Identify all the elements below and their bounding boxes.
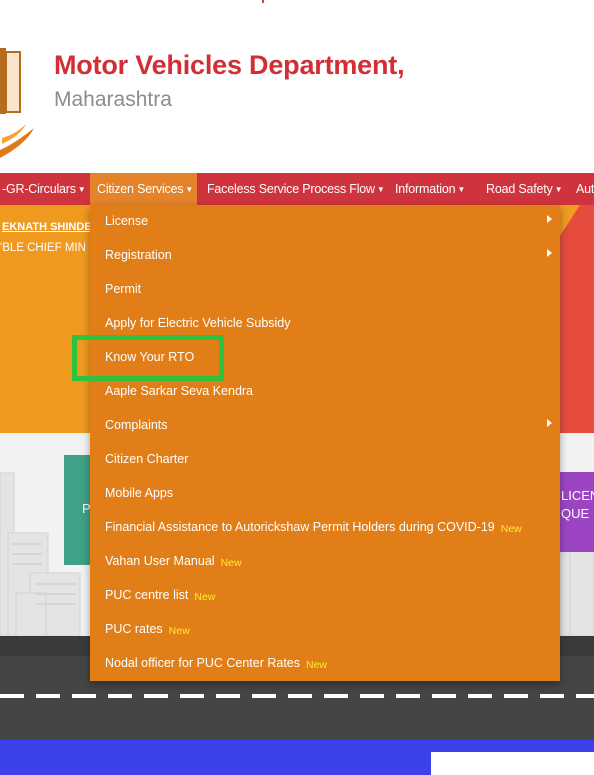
menu-item-permit[interactable]: Permit — [105, 279, 141, 299]
page-title: Motor Vehicles Department, — [54, 50, 405, 80]
menu-item-citizen-charter[interactable]: Citizen Charter — [105, 449, 188, 469]
submenu-arrow-icon — [547, 215, 552, 223]
nav-gr-circulars-label: -GR-Circulars — [2, 182, 76, 196]
new-badge: New — [194, 591, 216, 603]
menu-item-ev-subsidy[interactable]: Apply for Electric Vehicle Subsidy — [105, 313, 291, 333]
nav-road-safety-label: Road Safety — [486, 182, 553, 196]
menu-item-aaple-sarkar[interactable]: Aaple Sarkar Seva Kendra — [105, 381, 253, 401]
menu-item-puc-rates-label: PUC rates — [105, 622, 163, 636]
menu-item-vahan-manual[interactable]: Vahan User Manual New — [105, 551, 242, 571]
menu-item-nodal-officer[interactable]: Nodal officer for PUC Center Rates New — [105, 653, 327, 673]
menu-item-financial-assistance[interactable]: Financial Assistance to Autorickshaw Per… — [105, 517, 522, 537]
nav-road-safety[interactable]: Road Safety ▼ — [486, 173, 563, 205]
hero-news-role: 'BLE CHIEF MIN — [0, 242, 86, 254]
menu-item-puc-centre-list[interactable]: PUC centre list New — [105, 585, 215, 605]
nav-information[interactable]: Information ▼ — [395, 173, 465, 205]
nav-citizen-services[interactable]: Citizen Services ▼ — [90, 173, 198, 205]
menu-item-registration-label: Registration — [105, 248, 172, 262]
citizen-services-dropdown: License Registration Permit Apply for El… — [90, 205, 560, 681]
caret-down-icon: ▼ — [376, 185, 385, 194]
green-service-tile[interactable]: P — [64, 455, 92, 565]
new-badge: New — [500, 523, 522, 535]
menu-item-mobile-apps[interactable]: Mobile Apps — [105, 483, 173, 503]
nav-gr-circulars[interactable]: -GR-Circulars ▼ — [2, 173, 86, 205]
purple-service-tile[interactable]: LICEN QUE — [558, 472, 594, 552]
submenu-arrow-icon — [547, 419, 552, 427]
nav-information-label: Information — [395, 182, 456, 196]
caret-down-icon: ▼ — [77, 185, 86, 194]
hero-side-panel — [558, 205, 594, 433]
menu-item-complaints[interactable]: Complaints — [105, 415, 168, 435]
know-your-rto-highlight-box — [72, 335, 224, 381]
menu-item-financial-assistance-label: Financial Assistance to Autorickshaw Per… — [105, 520, 495, 534]
caret-down-icon: ▼ — [457, 185, 466, 194]
menu-item-nodal-officer-label: Nodal officer for PUC Center Rates — [105, 656, 300, 670]
hero-corner — [558, 205, 580, 239]
hero-news-link[interactable]: EKNATH SHINDE — [2, 221, 92, 233]
menu-item-aaple-sarkar-label: Aaple Sarkar Seva Kendra — [105, 384, 254, 398]
menu-item-license-label: License — [105, 214, 149, 228]
new-badge: New — [306, 659, 328, 671]
new-badge: New — [220, 557, 242, 569]
purple-tile-line1: LICEN — [561, 488, 594, 503]
menu-item-citizen-charter-label: Citizen Charter — [105, 452, 189, 466]
nav-aut[interactable]: Aut — [576, 173, 594, 205]
nav-faceless-service-label: Faceless Service Process Flow — [207, 182, 375, 196]
nav-aut-label: Aut — [576, 182, 594, 196]
menu-item-mobile-apps-label: Mobile Apps — [105, 486, 174, 500]
top-decoration — [262, 0, 264, 3]
menu-item-puc-centre-list-label: PUC centre list — [105, 588, 189, 602]
menu-item-registration[interactable]: Registration — [105, 245, 172, 265]
caret-down-icon: ▼ — [554, 185, 563, 194]
menu-item-vahan-manual-label: Vahan User Manual — [105, 554, 215, 568]
nav-faceless-service[interactable]: Faceless Service Process Flow ▼ — [207, 173, 385, 205]
lane-markings — [0, 694, 594, 698]
footer-white-panel — [431, 752, 594, 775]
menu-item-license[interactable]: License — [105, 211, 148, 231]
nav-citizen-services-label: Citizen Services — [97, 182, 184, 196]
purple-tile-line2: QUE — [561, 506, 590, 521]
menu-item-complaints-label: Complaints — [105, 418, 168, 432]
menu-item-permit-label: Permit — [105, 282, 142, 296]
main-navbar: -GR-Circulars ▼ Citizen Services ▼ Faceles… — [0, 173, 594, 205]
caret-down-icon: ▼ — [185, 185, 194, 194]
menu-item-puc-rates[interactable]: PUC rates New — [105, 619, 190, 639]
new-badge: New — [168, 625, 190, 637]
submenu-arrow-icon — [547, 249, 552, 257]
page-subtitle: Maharashtra — [54, 88, 172, 111]
menu-item-ev-subsidy-label: Apply for Electric Vehicle Subsidy — [105, 316, 291, 330]
mvd-logo — [0, 48, 34, 158]
